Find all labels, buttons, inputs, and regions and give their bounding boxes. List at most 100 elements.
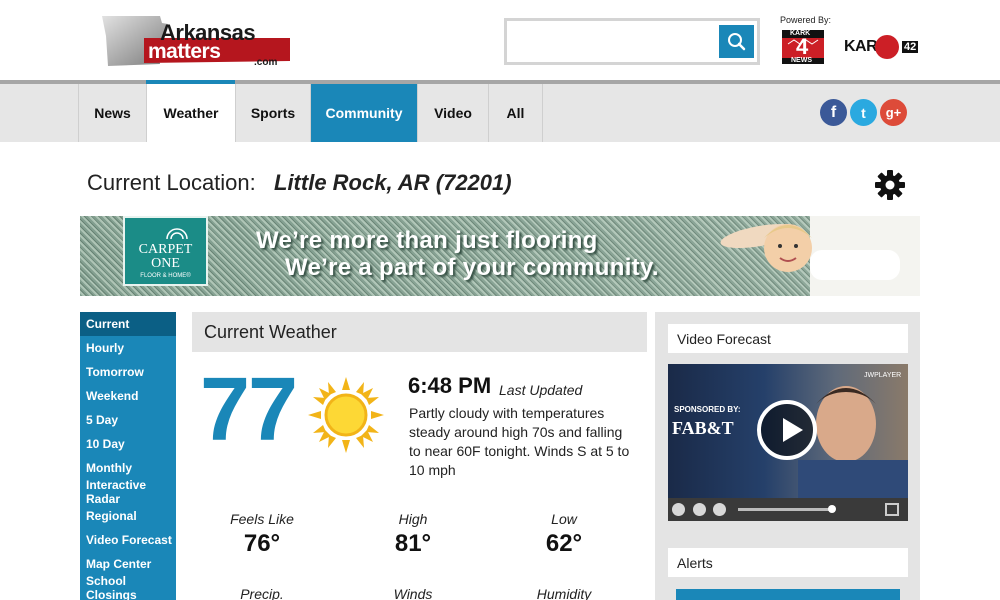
alerts-header: Alerts — [668, 548, 908, 577]
sidebar-item-tomorrow[interactable]: Tomorrow — [80, 360, 176, 384]
video-forecast-header: Video Forecast — [668, 324, 908, 353]
video-player[interactable]: SPONSORED BY: FAB&T JWPLAYER — [668, 364, 908, 521]
last-updated-label: Last Updated — [499, 382, 583, 398]
carpet-one-logo-line1: CARPET — [138, 242, 193, 257]
ad-headline-2: We’re a part of your community. — [285, 254, 659, 281]
site-header: Arkansas matters .com Powered By: KARK 4… — [0, 0, 1000, 80]
carpet-one-logo: CARPET ONE FLOOR & HOME® — [123, 216, 208, 286]
twitter-icon[interactable]: t — [850, 99, 877, 126]
sponsored-by-label: SPONSORED BY: — [674, 405, 741, 414]
sidebar-item-label: Regional — [86, 509, 137, 523]
sidebar-item-interactive-radar[interactable]: Interactive Radar — [80, 478, 176, 506]
high-value: 81° — [394, 530, 432, 557]
alert-item[interactable] — [676, 589, 900, 600]
carpet-one-ad-banner[interactable]: CARPET ONE FLOOR & HOME® We’re more than… — [80, 216, 920, 296]
weather-sidebar: Current Hourly Tomorrow Weekend 5 Day 10… — [80, 312, 176, 600]
carpet-one-arc-icon — [166, 228, 188, 240]
tab-weather[interactable]: Weather — [146, 84, 235, 142]
tab-news[interactable]: News — [78, 84, 146, 142]
alerts-title: Alerts — [677, 555, 713, 571]
ad-child-photo — [720, 216, 920, 296]
sidebar-item-monthly[interactable]: Monthly — [80, 456, 176, 480]
low-label: Low — [551, 511, 577, 527]
feels-like-value: 76° — [243, 530, 281, 557]
sidebar-item-label: Interactive Radar — [86, 478, 147, 506]
logo-text-com: .com — [254, 57, 278, 68]
sidebar-item-map-center[interactable]: Map Center — [80, 552, 176, 576]
fullscreen-icon[interactable] — [885, 503, 899, 516]
feels-like-label: Feels Like — [230, 511, 294, 527]
search-button[interactable] — [719, 25, 754, 58]
video-forecast-title: Video Forecast — [677, 331, 771, 347]
carpet-one-logo-tag: FLOOR & HOME® — [140, 273, 191, 279]
current-weather-title: Current Weather — [204, 322, 337, 342]
search-icon — [728, 33, 746, 51]
settings-gear-button[interactable] — [874, 169, 906, 201]
sidebar-item-label: Hourly — [86, 341, 125, 355]
tab-label: Sports — [250, 105, 296, 121]
sidebar-item-regional[interactable]: Regional — [80, 504, 176, 528]
tab-label: All — [506, 105, 525, 121]
tab-label: Weather — [163, 105, 219, 121]
sponsor-fabt-logo: FAB&T — [672, 418, 734, 438]
sidebar-item-10-day[interactable]: 10 Day — [80, 432, 176, 456]
google-plus-icon[interactable]: g+ — [880, 99, 907, 126]
tab-label: Community — [325, 105, 403, 121]
current-location-value[interactable]: Little Rock, AR (72201) — [274, 170, 512, 196]
kark-4-news-logo[interactable]: KARK 4 NEWS — [780, 28, 826, 66]
winds-label: Winds — [393, 586, 433, 600]
powered-by-label: Powered By: — [780, 15, 832, 25]
facebook-icon[interactable]: f — [820, 99, 847, 126]
play-button[interactable] — [757, 400, 817, 460]
sidebar-item-label: Current — [86, 317, 130, 331]
sidebar-item-current[interactable]: Current — [80, 312, 176, 336]
tab-sports[interactable]: Sports — [235, 84, 310, 142]
tab-video[interactable]: Video — [417, 84, 488, 142]
arkansas-matters-logo[interactable]: Arkansas matters .com — [100, 14, 292, 68]
sidebar-item-weekend[interactable]: Weekend — [80, 384, 176, 408]
carpet-one-logo-line2: ONE — [151, 256, 180, 271]
sidebar-item-video-forecast[interactable]: Video Forecast — [80, 528, 176, 552]
karz-number: 42 — [902, 41, 919, 53]
active-tab-indicator — [146, 80, 235, 84]
sidebar-item-5-day[interactable]: 5 Day — [80, 408, 176, 432]
current-temperature: 77 — [200, 360, 298, 460]
search-input[interactable] — [515, 28, 715, 54]
sidebar-item-label: Video Forecast — [86, 533, 172, 547]
karz-42-logo[interactable]: KARZ 42 — [844, 34, 920, 60]
play-small-icon[interactable] — [693, 503, 706, 516]
video-progress-track[interactable] — [738, 508, 833, 511]
sidebar-item-label: Monthly — [86, 461, 132, 475]
precip-label: Precip. — [240, 586, 284, 600]
video-controls — [668, 498, 908, 521]
facebook-glyph: f — [830, 103, 837, 121]
high-label: High — [398, 511, 428, 527]
video-progress-thumb[interactable] — [828, 505, 836, 513]
sidebar-item-hourly[interactable]: Hourly — [80, 336, 176, 360]
current-weather-header: Current Weather — [192, 312, 647, 352]
logo-text-matters: matters — [148, 40, 221, 63]
sidebar-item-school-closings[interactable]: School Closings — [80, 574, 176, 600]
tab-all[interactable]: All — [488, 84, 543, 142]
rewind-icon[interactable] — [672, 503, 685, 516]
tab-label: Video — [434, 105, 472, 121]
sidebar-item-label: 10 Day — [86, 437, 125, 451]
current-time: 6:48 PM — [408, 373, 492, 398]
gear-icon — [875, 170, 905, 200]
forecast-description: Partly cloudy with temperatures steady a… — [409, 405, 630, 478]
ad-headline-1: We’re more than just flooring — [256, 227, 598, 254]
sidebar-item-label: School Closings — [86, 574, 137, 600]
tab-label: News — [94, 105, 131, 121]
kark-bottom-text: NEWS — [791, 57, 812, 64]
video-thumbnail: SPONSORED BY: FAB&T JWPLAYER — [668, 364, 908, 498]
sun-icon — [308, 377, 384, 453]
play-icon — [783, 418, 803, 442]
twitter-glyph: t — [861, 104, 866, 121]
sidebar-item-label: Map Center — [86, 557, 152, 571]
sidebar-item-label: Tomorrow — [86, 365, 144, 379]
karz-circle-icon — [875, 35, 899, 59]
tab-community[interactable]: Community — [310, 84, 417, 142]
google-plus-glyph: g+ — [885, 105, 902, 120]
fast-forward-icon[interactable] — [713, 503, 726, 516]
search-box — [504, 18, 760, 65]
